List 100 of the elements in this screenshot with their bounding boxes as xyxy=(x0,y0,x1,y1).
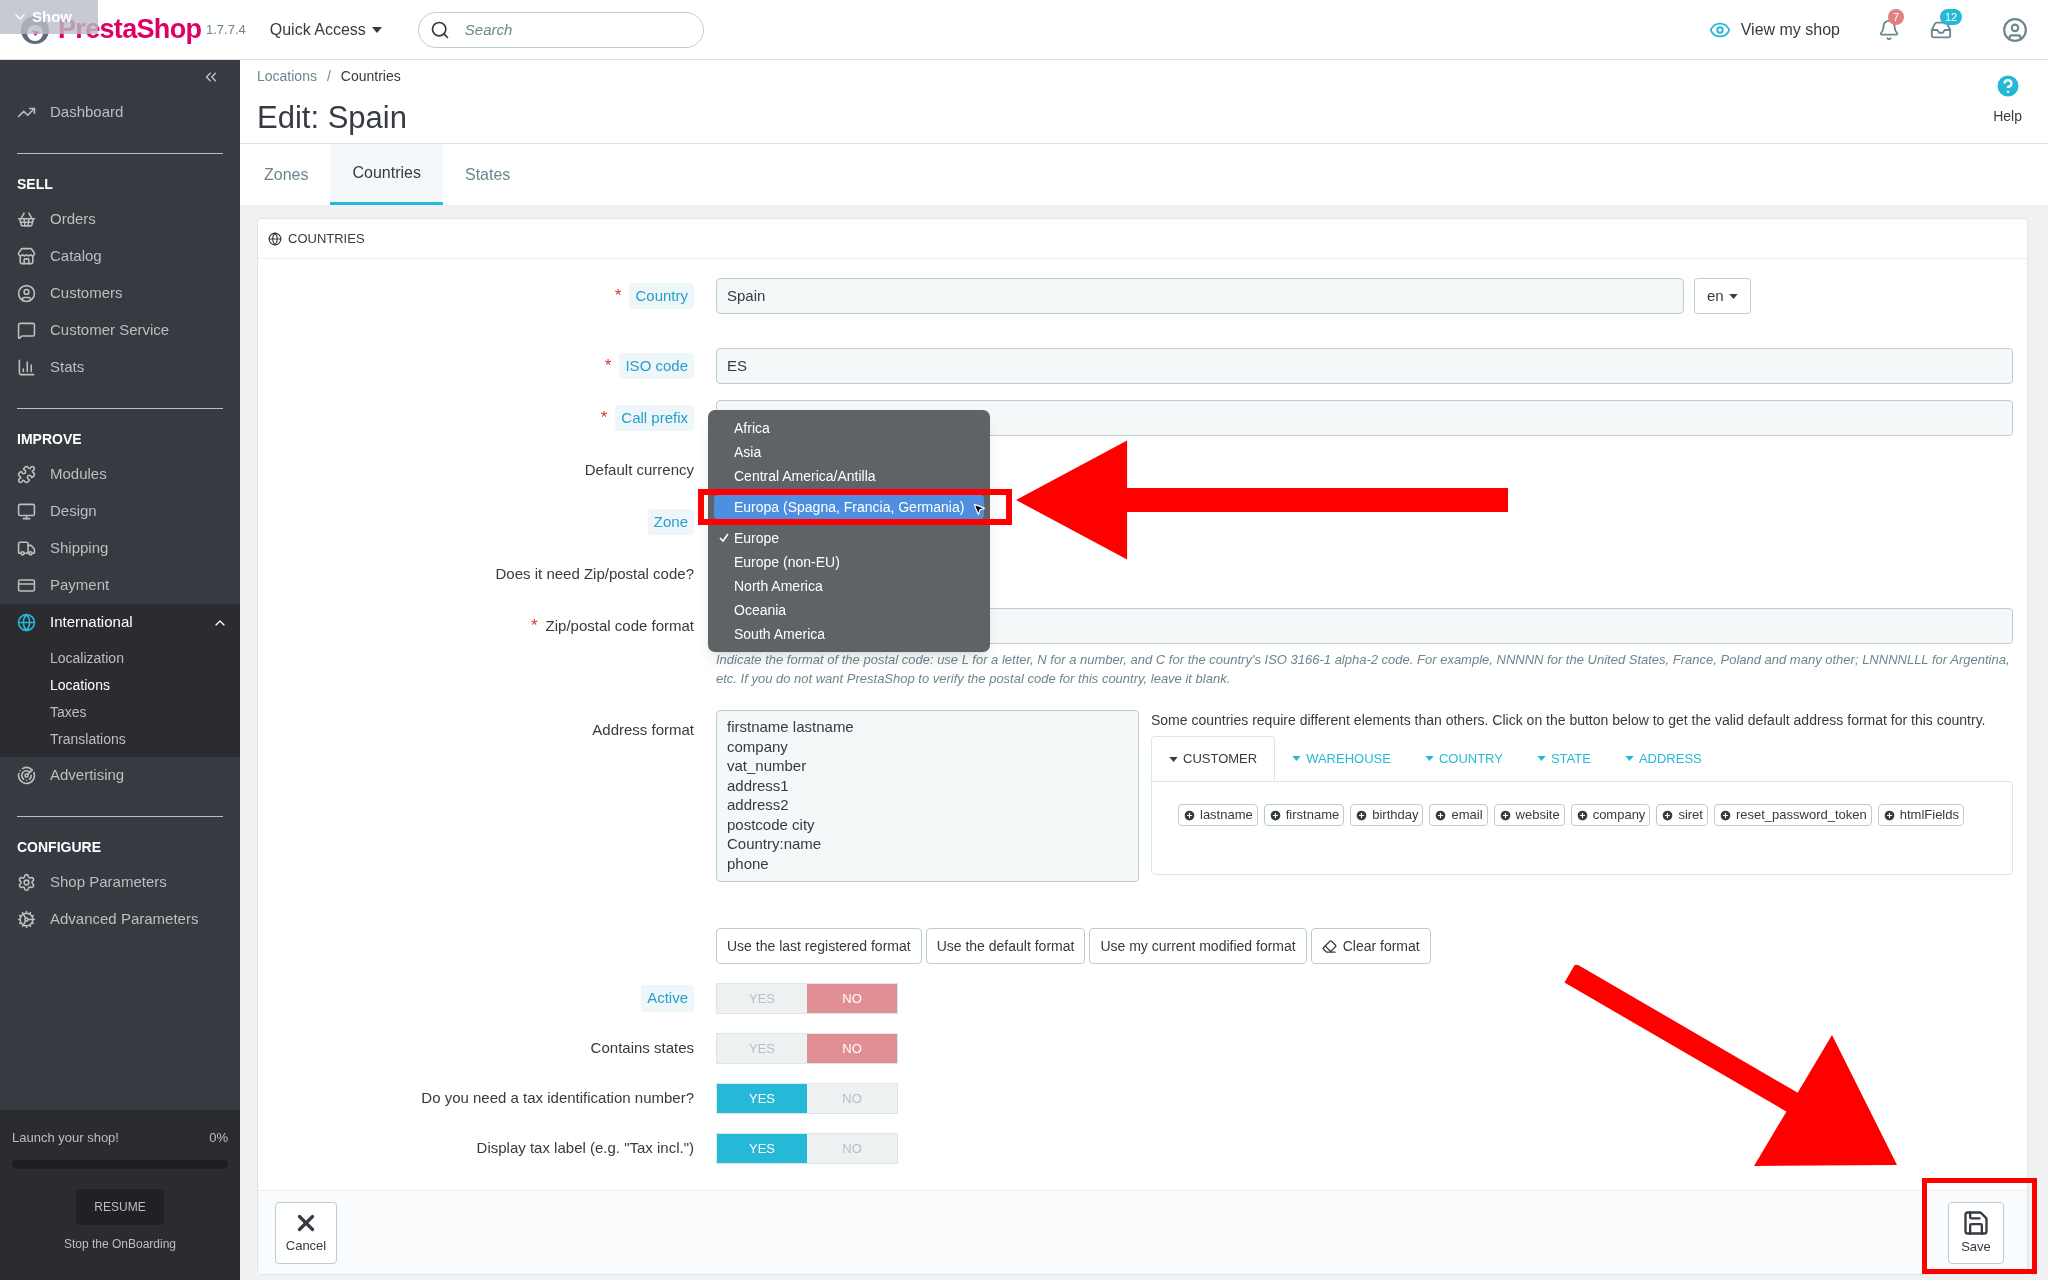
sidebar-item[interactable]: Customers xyxy=(0,275,240,312)
sidebar-subitem[interactable]: Localization xyxy=(0,645,240,672)
stop-onboarding-link[interactable]: Stop the OnBoarding xyxy=(63,1234,177,1253)
plus-icon xyxy=(1661,808,1675,822)
sidebar-item[interactable]: Stats xyxy=(0,349,240,386)
caret-icon xyxy=(1536,756,1546,761)
card-icon xyxy=(17,576,36,595)
dropdown-option[interactable]: Asia xyxy=(714,440,984,464)
plus-icon xyxy=(1575,808,1589,822)
save-button[interactable]: Save xyxy=(1948,1201,2004,1264)
plus-icon xyxy=(1498,808,1512,822)
monitor-icon xyxy=(17,502,36,521)
cancel-button[interactable]: Cancel xyxy=(275,1201,337,1264)
field-chip[interactable]: email xyxy=(1429,804,1488,826)
format-button[interactable]: Use the default format xyxy=(925,928,1086,964)
field-chip[interactable]: lastname xyxy=(1178,804,1258,826)
dropdown-option[interactable]: Europe (non-EU) xyxy=(714,550,984,574)
save-icon xyxy=(1962,1208,1990,1237)
dropdown-option[interactable]: South America xyxy=(714,622,984,646)
sidebar-item[interactable]: International xyxy=(0,604,240,641)
breadcrumb-separator: / xyxy=(326,67,331,86)
version-label: 1.7.7.4 xyxy=(206,20,246,39)
count-badge: 7 xyxy=(1888,8,1905,25)
sidebar-item[interactable]: Modules xyxy=(0,456,240,493)
plus-icon xyxy=(1434,808,1448,822)
eraser-icon xyxy=(1321,938,1337,954)
section-heading: IMPROVE xyxy=(16,430,83,449)
account-icon[interactable] xyxy=(2002,16,2028,43)
sidebar-item[interactable]: Design xyxy=(0,493,240,530)
progress-percent: 0% xyxy=(209,1129,228,1147)
field-label: Call prefix xyxy=(615,404,694,432)
sidebar-item[interactable]: Shop Parameters xyxy=(0,864,240,901)
field-label: Active xyxy=(641,985,694,1012)
settings-icon xyxy=(17,873,36,892)
field-label: Do you need a tax identification number? xyxy=(421,1088,694,1109)
sidebar-item[interactable]: Orders xyxy=(0,201,240,238)
field-chip[interactable]: company xyxy=(1570,804,1651,826)
sidebar-item[interactable]: Shipping xyxy=(0,530,240,567)
field-label: Zone xyxy=(647,508,694,536)
caret-icon xyxy=(1624,756,1634,761)
text-field[interactable]: Spain xyxy=(716,278,1684,314)
sidebar-item[interactable]: Advanced Parameters xyxy=(0,901,240,938)
sidebar-item[interactable]: Advertising xyxy=(0,757,240,794)
search-field[interactable]: Search xyxy=(417,11,704,48)
format-button[interactable]: Use my current modified format xyxy=(1089,928,1307,964)
dropdown-option[interactable]: Europa (Spagna, Francia, Germania) xyxy=(714,495,984,519)
field-label: Zip/postal code format xyxy=(545,615,694,636)
breadcrumb-link[interactable]: Locations xyxy=(257,66,317,87)
required-mark: * xyxy=(600,407,608,430)
field-chip[interactable]: birthday xyxy=(1350,804,1424,826)
language-button[interactable]: en xyxy=(1694,278,1751,314)
plus-icon xyxy=(1183,808,1196,822)
page-tab[interactable]: Countries xyxy=(330,144,443,205)
sidebar-subitem[interactable]: Locations xyxy=(0,672,240,699)
bar-chart-icon xyxy=(17,358,36,377)
quick-access-button[interactable]: Quick Access xyxy=(269,17,382,42)
field-chip[interactable]: siret xyxy=(1656,804,1708,826)
text-field[interactable]: ES xyxy=(716,348,2013,384)
cursor-icon xyxy=(972,502,986,516)
sidebar-item[interactable]: Catalog xyxy=(0,238,240,275)
field-chip[interactable]: reset_password_token xyxy=(1713,804,1872,826)
dropdown-option[interactable]: North America xyxy=(714,574,984,598)
field-chip[interactable]: htmlFields xyxy=(1877,804,1964,826)
caret-icon xyxy=(1728,293,1738,299)
dropdown-option[interactable]: Europe xyxy=(714,526,984,550)
required-mark: * xyxy=(614,285,622,308)
field-chip[interactable]: firstname xyxy=(1263,804,1345,826)
sidebar-item[interactable]: Dashboard xyxy=(0,94,240,131)
field-chip[interactable]: website xyxy=(1493,804,1565,826)
field-label: Contains states xyxy=(590,1038,694,1059)
store-icon xyxy=(17,247,36,266)
format-tab[interactable]: CUSTOMER xyxy=(1151,736,1276,781)
section-heading: SELL xyxy=(16,175,54,194)
help-label: Help xyxy=(1993,107,2022,126)
radar-icon xyxy=(17,766,36,785)
view-shop-link[interactable]: View my shop xyxy=(1708,17,1840,42)
format-button[interactable]: Clear format xyxy=(1310,928,1431,964)
dropdown-option[interactable]: Oceania xyxy=(714,598,984,622)
breadcrumb-link[interactable]: Countries xyxy=(340,66,401,87)
plus-icon xyxy=(1355,808,1369,822)
sidebar-subitem[interactable]: Taxes xyxy=(0,699,240,726)
field-label: Does it need Zip/postal code? xyxy=(495,563,694,584)
page-title: Edit: Spain xyxy=(257,99,407,137)
caret-icon xyxy=(1169,756,1178,762)
dropdown-option[interactable]: Central America/Antilla xyxy=(714,464,984,488)
sidebar-item[interactable]: Customer Service xyxy=(0,312,240,349)
resume-button[interactable]: RESUME xyxy=(76,1188,164,1225)
count-badge: 12 xyxy=(1940,8,1963,25)
section-heading: CONFIGURE xyxy=(16,838,102,857)
puzzle-icon xyxy=(17,465,36,484)
sidebar-item[interactable]: Payment xyxy=(0,567,240,604)
caret-icon xyxy=(1424,756,1434,761)
format-button[interactable]: Use the last registered format xyxy=(716,928,922,964)
sidebar-subitem[interactable]: Translations xyxy=(0,726,240,753)
page-tab[interactable]: Zones xyxy=(242,144,331,205)
address-format-field[interactable]: firstname lastname company vat_number address1 address2 postcode city Country:name phone xyxy=(716,710,1139,882)
page-tab[interactable]: States xyxy=(442,144,533,205)
dropdown-option[interactable]: Africa xyxy=(714,416,984,440)
globe-icon xyxy=(17,613,36,632)
caret-icon xyxy=(371,26,382,33)
